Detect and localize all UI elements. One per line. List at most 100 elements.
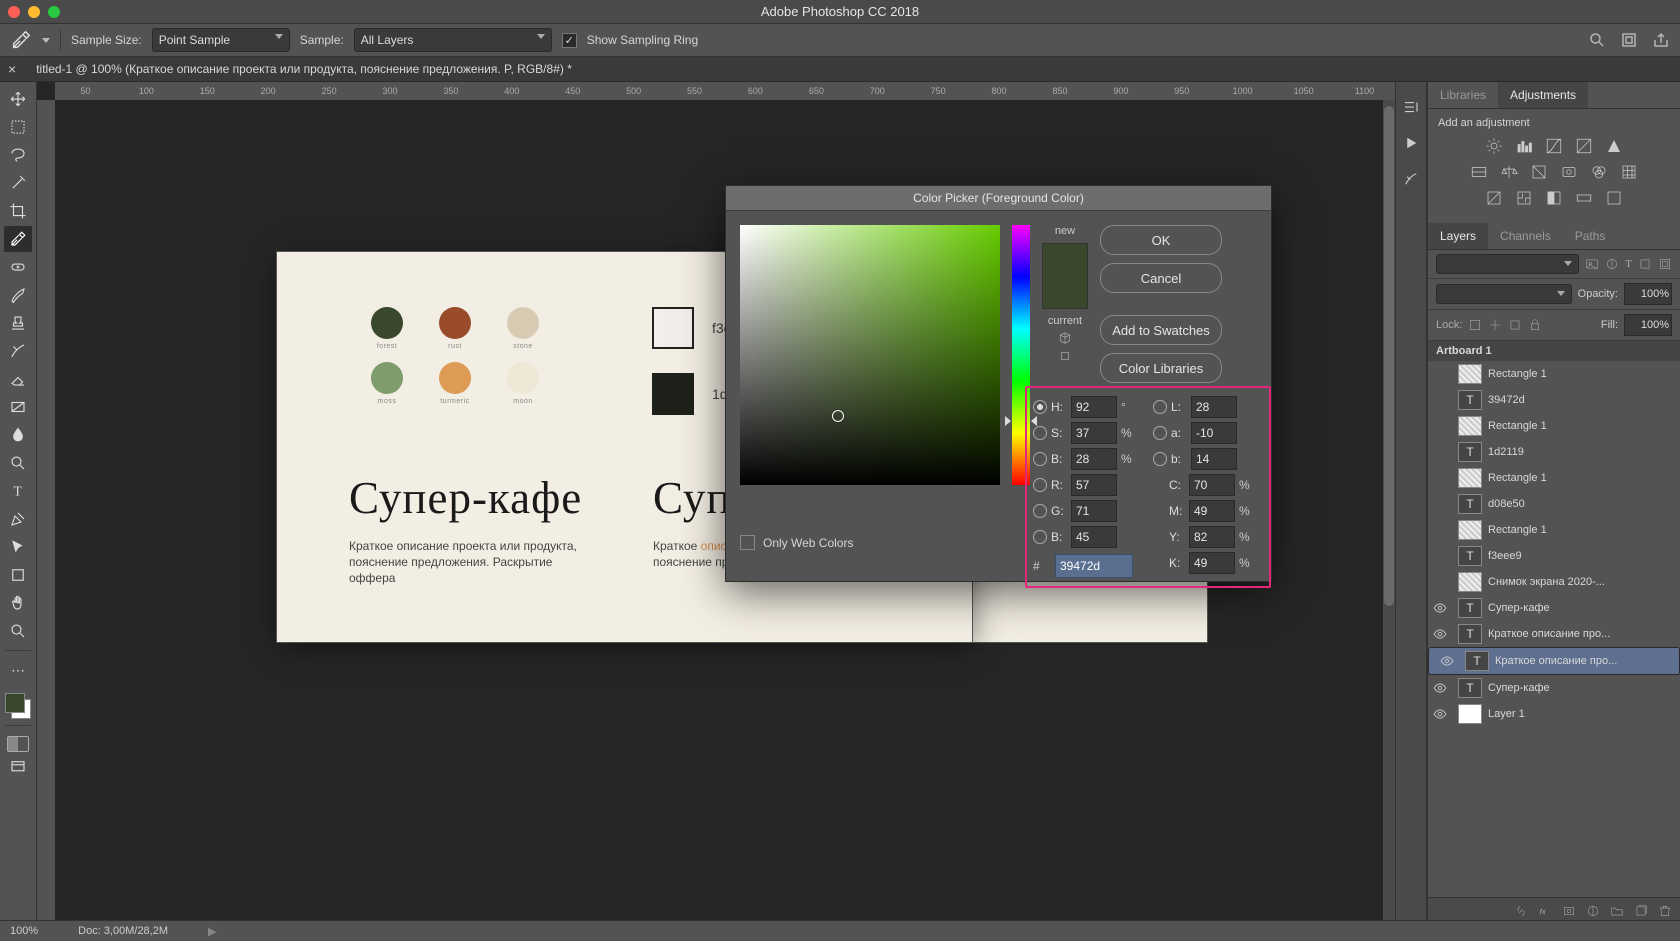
close-tab-button[interactable]: × xyxy=(0,61,24,77)
group-icon[interactable] xyxy=(1610,904,1624,918)
s-radio[interactable] xyxy=(1033,426,1047,440)
lock-move-icon[interactable] xyxy=(1488,318,1502,332)
wand-tool[interactable] xyxy=(4,170,32,196)
history-brush-tool[interactable] xyxy=(4,338,32,364)
k-input[interactable] xyxy=(1189,552,1235,574)
lasso-tool[interactable] xyxy=(4,142,32,168)
sample-size-select[interactable]: Point Sample xyxy=(152,28,290,52)
add-swatch-button[interactable]: Add to Swatches xyxy=(1100,315,1222,345)
c-input[interactable] xyxy=(1189,474,1235,496)
layer-row[interactable]: TКраткое описание про... xyxy=(1428,621,1680,647)
fx-icon[interactable]: fx xyxy=(1538,904,1552,918)
tab-channels[interactable]: Channels xyxy=(1488,223,1563,249)
posterize-icon[interactable] xyxy=(1514,189,1534,207)
lab-b-radio[interactable] xyxy=(1153,452,1167,466)
layer-row[interactable]: Td08e50 xyxy=(1428,491,1680,517)
artboard-header[interactable]: Artboard 1 xyxy=(1428,341,1680,361)
link-icon[interactable] xyxy=(1514,904,1528,918)
cancel-button[interactable]: Cancel xyxy=(1100,263,1222,293)
eyedropper-tool[interactable] xyxy=(4,226,32,252)
lock-pixels-icon[interactable] xyxy=(1468,318,1482,332)
move-tool[interactable] xyxy=(4,86,32,112)
share-icon[interactable] xyxy=(1652,31,1670,49)
mask-icon[interactable] xyxy=(1562,904,1576,918)
selective-icon[interactable] xyxy=(1604,189,1624,207)
close-icon[interactable] xyxy=(8,6,20,18)
stamp-tool[interactable] xyxy=(4,310,32,336)
marquee-tool[interactable] xyxy=(4,114,32,140)
minimize-icon[interactable] xyxy=(28,6,40,18)
bl-radio[interactable] xyxy=(1033,530,1047,544)
b-radio[interactable] xyxy=(1033,452,1047,466)
layer-row[interactable]: Rectangle 1 xyxy=(1428,413,1680,439)
blend-mode-select[interactable] xyxy=(1436,284,1572,304)
color-libraries-button[interactable]: Color Libraries xyxy=(1100,353,1222,383)
lock-artboard-icon[interactable] xyxy=(1508,318,1522,332)
color-swatches[interactable] xyxy=(5,693,31,719)
tab-libraries[interactable]: Libraries xyxy=(1428,82,1498,108)
r-radio[interactable] xyxy=(1033,478,1047,492)
exposure-icon[interactable] xyxy=(1574,137,1594,155)
l-input[interactable] xyxy=(1191,396,1237,418)
brush-tool[interactable] xyxy=(4,282,32,308)
levels-icon[interactable] xyxy=(1514,137,1534,155)
trash-icon[interactable] xyxy=(1658,904,1672,918)
threshold-icon[interactable] xyxy=(1544,189,1564,207)
healing-tool[interactable] xyxy=(4,254,32,280)
opacity-input[interactable] xyxy=(1624,283,1672,305)
properties-icon[interactable] xyxy=(1402,98,1420,116)
type-tool[interactable]: T xyxy=(4,478,32,504)
brightness-icon[interactable] xyxy=(1484,137,1504,155)
fill-input[interactable] xyxy=(1624,314,1672,336)
layer-row[interactable]: TСупер-кафе xyxy=(1428,675,1680,701)
path-select-tool[interactable] xyxy=(4,534,32,560)
new-layer-icon[interactable] xyxy=(1634,904,1648,918)
adjustment-layer-icon[interactable] xyxy=(1586,904,1600,918)
screenmode-toggle[interactable] xyxy=(4,754,32,780)
tab-layers[interactable]: Layers xyxy=(1428,223,1488,249)
layer-row[interactable]: TСупер-кафе xyxy=(1428,595,1680,621)
layer-row[interactable]: Tf3eee9 xyxy=(1428,543,1680,569)
layer-row[interactable]: T39472d xyxy=(1428,387,1680,413)
vertical-scrollbar[interactable] xyxy=(1383,100,1395,924)
balance-icon[interactable] xyxy=(1499,163,1519,181)
lock-all-icon[interactable] xyxy=(1528,318,1542,332)
a-radio[interactable] xyxy=(1153,426,1167,440)
y-input[interactable] xyxy=(1189,526,1235,548)
layer-row[interactable]: Снимок экрана 2020-... xyxy=(1428,569,1680,595)
crop-tool[interactable] xyxy=(4,198,32,224)
h-input[interactable] xyxy=(1071,396,1117,418)
smart-filter-icon[interactable] xyxy=(1658,257,1672,271)
pen-tool[interactable] xyxy=(4,506,32,532)
g-input[interactable] xyxy=(1071,500,1117,522)
layer-row[interactable]: Rectangle 1 xyxy=(1428,465,1680,491)
shape-filter-icon[interactable] xyxy=(1638,257,1652,271)
search-icon[interactable] xyxy=(1588,31,1606,49)
r-input[interactable] xyxy=(1071,474,1117,496)
layer-row[interactable]: Rectangle 1 xyxy=(1428,517,1680,543)
blur-tool[interactable] xyxy=(4,422,32,448)
layer-row[interactable]: T1d2119 xyxy=(1428,439,1680,465)
vibrance-icon[interactable] xyxy=(1604,137,1624,155)
bw-icon[interactable] xyxy=(1529,163,1549,181)
zoom-icon[interactable] xyxy=(48,6,60,18)
hue-icon[interactable] xyxy=(1469,163,1489,181)
cube-icon[interactable] xyxy=(1058,331,1072,345)
adjust-filter-icon[interactable] xyxy=(1605,257,1619,271)
h-radio[interactable] xyxy=(1033,400,1047,414)
play-icon[interactable] xyxy=(1402,134,1420,152)
gradient-map-icon[interactable] xyxy=(1574,189,1594,207)
quickmask-toggle[interactable] xyxy=(7,736,29,752)
show-ring-checkbox[interactable]: ✓ xyxy=(562,33,577,48)
dodge-tool[interactable] xyxy=(4,450,32,476)
lookup-icon[interactable] xyxy=(1619,163,1639,181)
bv-input[interactable] xyxy=(1071,448,1117,470)
hex-input[interactable] xyxy=(1055,554,1133,578)
s-input[interactable] xyxy=(1071,422,1117,444)
web-colors-checkbox[interactable]: Only Web Colors xyxy=(740,535,853,550)
tab-adjustments[interactable]: Adjustments xyxy=(1498,82,1588,108)
image-filter-icon[interactable] xyxy=(1585,257,1599,271)
a-input[interactable] xyxy=(1191,422,1237,444)
m-input[interactable] xyxy=(1189,500,1235,522)
chevron-down-icon[interactable] xyxy=(42,38,50,43)
